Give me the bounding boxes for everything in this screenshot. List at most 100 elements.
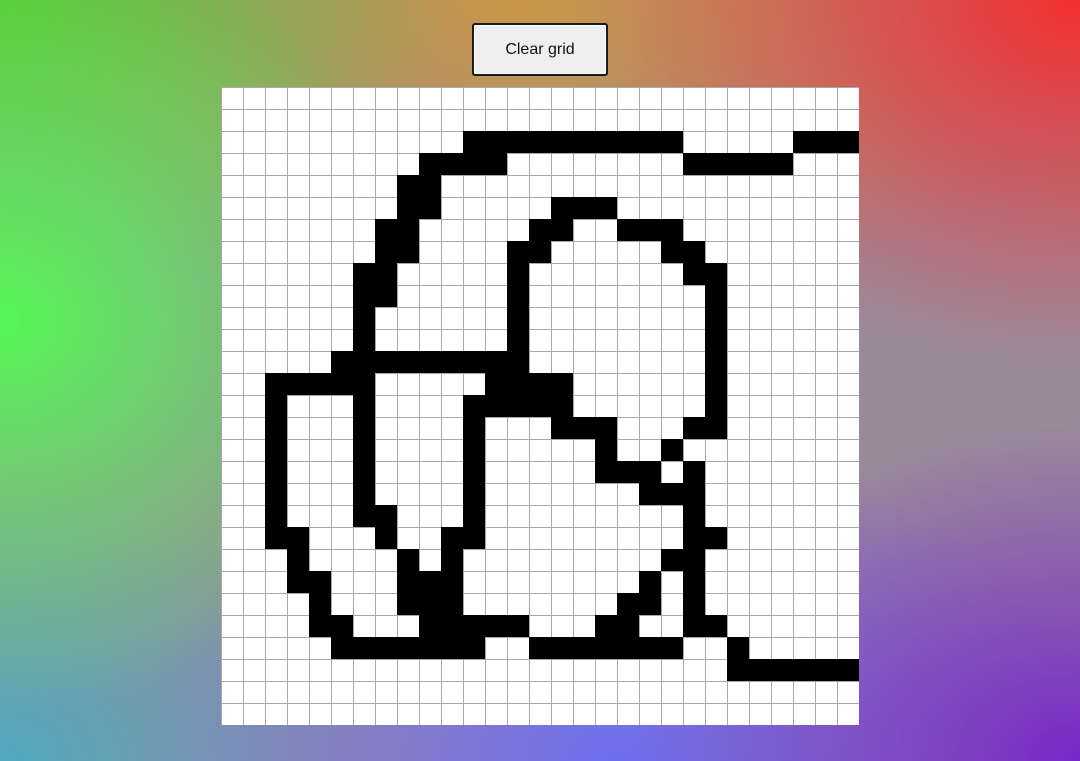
grid-cell[interactable] (397, 131, 419, 153)
grid-cell[interactable] (375, 483, 397, 505)
grid-cell[interactable] (727, 109, 749, 131)
grid-cell[interactable] (639, 527, 661, 549)
grid-cell[interactable] (419, 263, 441, 285)
grid-cell[interactable] (529, 527, 551, 549)
grid-cell[interactable] (573, 549, 595, 571)
grid-cell[interactable] (705, 483, 727, 505)
grid-cell[interactable] (793, 637, 815, 659)
grid-cell[interactable] (353, 593, 375, 615)
grid-cell[interactable] (749, 703, 771, 725)
grid-cell[interactable] (595, 373, 617, 395)
grid-cell[interactable] (419, 351, 441, 373)
grid-cell[interactable] (375, 87, 397, 109)
grid-cell[interactable] (507, 571, 529, 593)
grid-cell[interactable] (441, 241, 463, 263)
grid-cell[interactable] (595, 109, 617, 131)
grid-cell[interactable] (837, 87, 859, 109)
grid-cell[interactable] (595, 329, 617, 351)
grid-cell[interactable] (375, 571, 397, 593)
grid-cell[interactable] (727, 571, 749, 593)
grid-cell[interactable] (705, 703, 727, 725)
grid-cell[interactable] (749, 483, 771, 505)
grid-cell[interactable] (727, 615, 749, 637)
grid-cell[interactable] (287, 109, 309, 131)
grid-cell[interactable] (661, 505, 683, 527)
grid-cell[interactable] (441, 703, 463, 725)
grid-cell[interactable] (463, 527, 485, 549)
grid-cell[interactable] (683, 153, 705, 175)
grid-cell[interactable] (507, 549, 529, 571)
grid-cell[interactable] (463, 175, 485, 197)
grid-cell[interactable] (617, 197, 639, 219)
grid-cell[interactable] (749, 175, 771, 197)
grid-cell[interactable] (551, 329, 573, 351)
grid-cell[interactable] (771, 131, 793, 153)
grid-cell[interactable] (639, 351, 661, 373)
grid-cell[interactable] (639, 659, 661, 681)
grid-cell[interactable] (683, 593, 705, 615)
grid-cell[interactable] (727, 461, 749, 483)
grid-cell[interactable] (837, 373, 859, 395)
grid-cell[interactable] (683, 659, 705, 681)
grid-cell[interactable] (463, 439, 485, 461)
grid-cell[interactable] (727, 175, 749, 197)
grid-cell[interactable] (353, 549, 375, 571)
grid-cell[interactable] (485, 197, 507, 219)
grid-cell[interactable] (441, 571, 463, 593)
grid-cell[interactable] (463, 395, 485, 417)
grid-cell[interactable] (771, 395, 793, 417)
grid-cell[interactable] (375, 263, 397, 285)
grid-cell[interactable] (573, 285, 595, 307)
grid-cell[interactable] (353, 659, 375, 681)
grid-cell[interactable] (419, 483, 441, 505)
grid-cell[interactable] (441, 263, 463, 285)
grid-cell[interactable] (727, 351, 749, 373)
grid-cell[interactable] (375, 153, 397, 175)
grid-cell[interactable] (551, 109, 573, 131)
grid-cell[interactable] (243, 593, 265, 615)
grid-cell[interactable] (331, 87, 353, 109)
grid-cell[interactable] (815, 461, 837, 483)
grid-cell[interactable] (485, 593, 507, 615)
grid-cell[interactable] (287, 307, 309, 329)
grid-cell[interactable] (507, 417, 529, 439)
grid-cell[interactable] (837, 483, 859, 505)
grid-cell[interactable] (771, 307, 793, 329)
grid-cell[interactable] (573, 703, 595, 725)
grid-cell[interactable] (771, 285, 793, 307)
grid-cell[interactable] (397, 527, 419, 549)
grid-cell[interactable] (529, 351, 551, 373)
grid-cell[interactable] (353, 505, 375, 527)
grid-cell[interactable] (837, 351, 859, 373)
grid-cell[interactable] (353, 615, 375, 637)
grid-cell[interactable] (397, 197, 419, 219)
grid-cell[interactable] (221, 637, 243, 659)
grid-cell[interactable] (463, 703, 485, 725)
grid-cell[interactable] (727, 87, 749, 109)
grid-cell[interactable] (485, 395, 507, 417)
grid-cell[interactable] (595, 461, 617, 483)
grid-cell[interactable] (419, 131, 441, 153)
grid-cell[interactable] (551, 351, 573, 373)
grid-cell[interactable] (727, 131, 749, 153)
grid-cell[interactable] (661, 593, 683, 615)
grid-cell[interactable] (463, 197, 485, 219)
grid-cell[interactable] (331, 703, 353, 725)
grid-cell[interactable] (287, 659, 309, 681)
grid-cell[interactable] (661, 373, 683, 395)
grid-cell[interactable] (683, 175, 705, 197)
grid-cell[interactable] (771, 439, 793, 461)
grid-cell[interactable] (243, 175, 265, 197)
grid-cell[interactable] (573, 593, 595, 615)
grid-cell[interactable] (793, 681, 815, 703)
grid-cell[interactable] (485, 505, 507, 527)
grid-cell[interactable] (507, 483, 529, 505)
grid-cell[interactable] (529, 373, 551, 395)
grid-cell[interactable] (705, 417, 727, 439)
grid-cell[interactable] (243, 505, 265, 527)
grid-cell[interactable] (639, 615, 661, 637)
grid-cell[interactable] (485, 175, 507, 197)
grid-cell[interactable] (353, 527, 375, 549)
grid-cell[interactable] (309, 241, 331, 263)
grid-cell[interactable] (683, 87, 705, 109)
